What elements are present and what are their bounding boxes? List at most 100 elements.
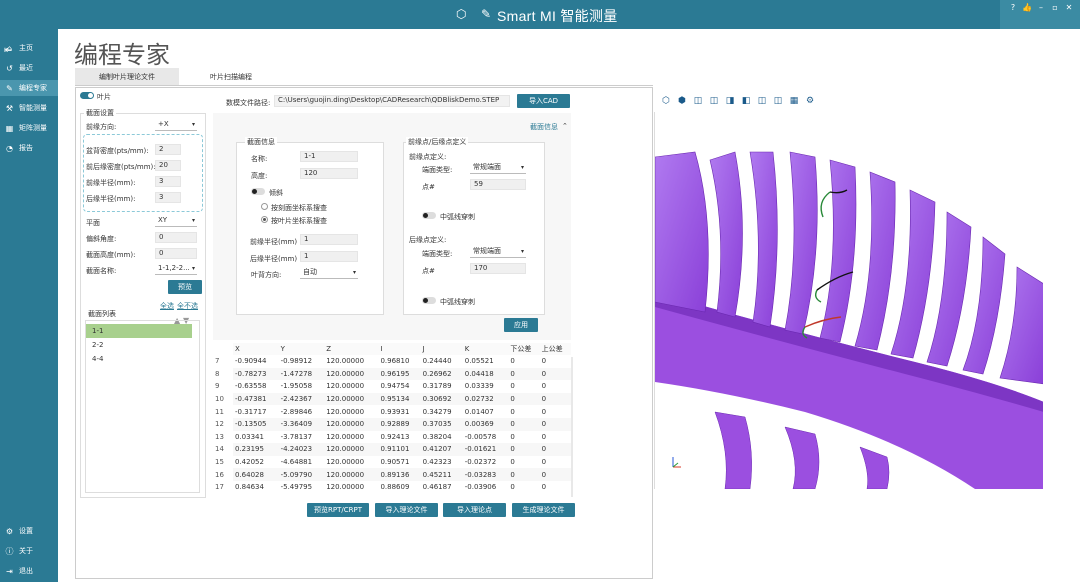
table-cell[interactable]: -5.49795 — [279, 481, 325, 494]
table-cell[interactable]: -0.03283 — [462, 468, 509, 481]
te-arc-toggle[interactable] — [422, 297, 436, 304]
table-cell[interactable]: 0.31789 — [421, 380, 463, 393]
table-row[interactable]: 15 0.42052 -4.64881 120.00000 0.90571 0.42323… — [213, 455, 571, 469]
table-cell[interactable]: 0 — [508, 417, 540, 431]
table-row[interactable]: 16 0.64028 -5.09790 120.00000 0.89136 0.45211… — [213, 468, 571, 481]
te-point-input[interactable]: 170 — [470, 263, 526, 274]
view-solid-icon[interactable]: ⬢ — [677, 96, 687, 106]
table-cell[interactable]: -0.13505 — [233, 417, 279, 431]
table-cell[interactable]: 0 — [539, 417, 571, 431]
table-cell[interactable]: 120.00000 — [324, 481, 378, 494]
sidebar-item-home[interactable]: ⌂ 主页 — [0, 40, 58, 56]
table-cell[interactable]: 0.64028 — [233, 468, 279, 481]
table-cell[interactable]: 0.88609 — [378, 481, 420, 494]
table-cell[interactable]: 0 — [508, 355, 539, 368]
table-cell[interactable]: -0.01621 — [462, 443, 509, 456]
tilt-input[interactable]: 0 — [155, 232, 197, 243]
sidebar-item-matrix[interactable]: ▦ 矩阵测量 — [0, 120, 58, 136]
leading-dir-select[interactable]: +X ▾ — [155, 119, 197, 131]
table-cell[interactable]: 0.03341 — [233, 431, 279, 444]
view-back-icon[interactable]: ◫ — [709, 96, 719, 106]
section-name-input[interactable]: 1-1 — [300, 151, 358, 162]
tab-blade-scan-programming[interactable]: 叶片扫描编程 — [181, 68, 281, 85]
table-cell[interactable]: 0 — [540, 456, 571, 469]
select-none-link[interactable]: 全不选 — [177, 301, 198, 311]
section-height-input[interactable]: 120 — [300, 168, 358, 179]
table-cell[interactable]: 0.38204 — [421, 431, 463, 444]
radio-blade-coord[interactable] — [261, 216, 268, 223]
table-cell[interactable]: 0 — [508, 468, 540, 481]
le-point-input[interactable]: 59 — [470, 179, 526, 190]
list-item[interactable]: 2-2 — [92, 341, 103, 349]
table-cell[interactable]: 0.24440 — [421, 355, 463, 368]
view-front-icon[interactable]: ◫ — [693, 96, 703, 106]
table-row[interactable]: 13 0.03341 -3.78137 120.00000 0.92413 0.38204… — [213, 430, 571, 444]
view-iso-icon[interactable]: ⬡ — [661, 96, 671, 106]
table-cell[interactable]: 0.37035 — [420, 417, 463, 431]
table-cell[interactable]: -0.98912 — [279, 355, 325, 368]
section-name-select[interactable]: 1-1,2-2... ▾ — [155, 263, 197, 275]
table-cell[interactable]: -2.89846 — [279, 405, 325, 418]
view-grid-icon[interactable]: ▦ — [789, 96, 799, 106]
table-row[interactable]: 11 -0.31717 -2.89846 120.00000 0.93931 0.3427… — [213, 405, 571, 418]
preview-rpt-button[interactable]: 预览RPT/CRPT — [307, 503, 369, 517]
table-cell[interactable]: -0.03906 — [463, 481, 509, 494]
table-cell[interactable]: 0 — [539, 443, 571, 456]
table-cell[interactable]: 0.96195 — [378, 367, 421, 381]
basin-density-input[interactable]: 2 — [155, 144, 181, 155]
table-cell[interactable]: 0.42052 — [233, 456, 279, 469]
minimize-icon[interactable]: – — [1036, 3, 1046, 12]
table-cell[interactable]: 120.00000 — [324, 392, 379, 406]
table-cell[interactable]: 0 — [508, 443, 540, 456]
table-cell[interactable]: 120.00000 — [324, 417, 379, 431]
blade-dir-select[interactable]: 自动 ▾ — [300, 267, 358, 279]
sidebar-item-about[interactable]: ⓘ 关于 — [0, 543, 58, 559]
table-cell[interactable]: 0.41207 — [420, 443, 463, 456]
table-cell[interactable]: 120.00000 — [324, 367, 379, 381]
table-cell[interactable]: 0.95134 — [378, 392, 421, 406]
section-height-input[interactable]: 0 — [155, 248, 197, 259]
table-cell[interactable]: 120.00000 — [324, 405, 378, 418]
chevron-up-icon[interactable]: ⌃ — [562, 122, 568, 130]
table-cell[interactable]: -0.47381 — [233, 392, 279, 406]
list-item-selected[interactable]: 1-1 — [86, 324, 192, 338]
table-cell[interactable]: 0 — [540, 431, 571, 444]
table-cell[interactable]: -2.42367 — [278, 392, 325, 406]
table-cell[interactable]: 0 — [508, 392, 540, 406]
3d-viewport[interactable] — [654, 112, 1043, 489]
plane-select[interactable]: XY ▾ — [155, 215, 197, 227]
table-row[interactable]: 14 0.23195 -4.24023 120.00000 0.91101 0.41207… — [213, 443, 571, 456]
radio-face-coord[interactable] — [261, 203, 268, 210]
help-icon[interactable]: ? — [1008, 3, 1018, 12]
table-cell[interactable]: 0.03339 — [463, 380, 509, 393]
table-cell[interactable]: 0.89136 — [378, 468, 421, 481]
table-cell[interactable]: 120.00000 — [324, 443, 379, 456]
generate-theory-file-button[interactable]: 生成理论文件 — [512, 503, 575, 517]
table-cell[interactable]: 0 — [508, 481, 539, 494]
te-radius-input[interactable]: 3 — [155, 192, 181, 203]
table-cell[interactable]: 0.46187 — [421, 481, 463, 494]
le-type-select[interactable]: 常规端面 ▾ — [470, 162, 526, 174]
table-cell[interactable]: 0.93931 — [378, 405, 420, 418]
table-cell[interactable]: 0.45211 — [420, 468, 463, 481]
table-cell[interactable]: 0 — [539, 367, 571, 381]
table-row[interactable]: 17 0.84634 -5.49795 120.00000 0.88609 0.46187… — [213, 480, 571, 494]
le-density-input[interactable]: 20 — [155, 160, 181, 171]
table-row[interactable]: 12 -0.13505 -3.36409 120.00000 0.92889 0.3703… — [213, 417, 571, 431]
table-cell[interactable]: -0.90944 — [233, 355, 279, 368]
table-cell[interactable]: 0 — [508, 380, 539, 393]
table-cell[interactable]: 0.84634 — [233, 481, 279, 494]
table-row[interactable]: 8 -0.78273 -1.47278 120.00000 0.96195 0.26962… — [213, 367, 571, 381]
table-cell[interactable]: 0.02732 — [462, 392, 509, 406]
table-cell[interactable]: 120.00000 — [324, 355, 378, 368]
view-settings-icon[interactable]: ⚙ — [805, 96, 815, 106]
table-row[interactable]: 7 -0.90944 -0.98912 120.00000 0.96810 0.24440… — [213, 355, 571, 368]
table-cell[interactable]: 0.04418 — [462, 367, 509, 381]
sidebar-item-report[interactable]: ◔ 报告 — [0, 140, 58, 156]
table-cell[interactable]: -4.64881 — [279, 456, 325, 469]
table-cell[interactable]: 120.00000 — [324, 456, 378, 469]
blade-toggle[interactable] — [80, 92, 94, 99]
table-cell[interactable]: 0.01407 — [463, 405, 509, 418]
table-row[interactable]: 10 -0.47381 -2.42367 120.00000 0.95134 0.3069… — [213, 392, 571, 406]
table-cell[interactable]: 0.92413 — [378, 431, 420, 444]
